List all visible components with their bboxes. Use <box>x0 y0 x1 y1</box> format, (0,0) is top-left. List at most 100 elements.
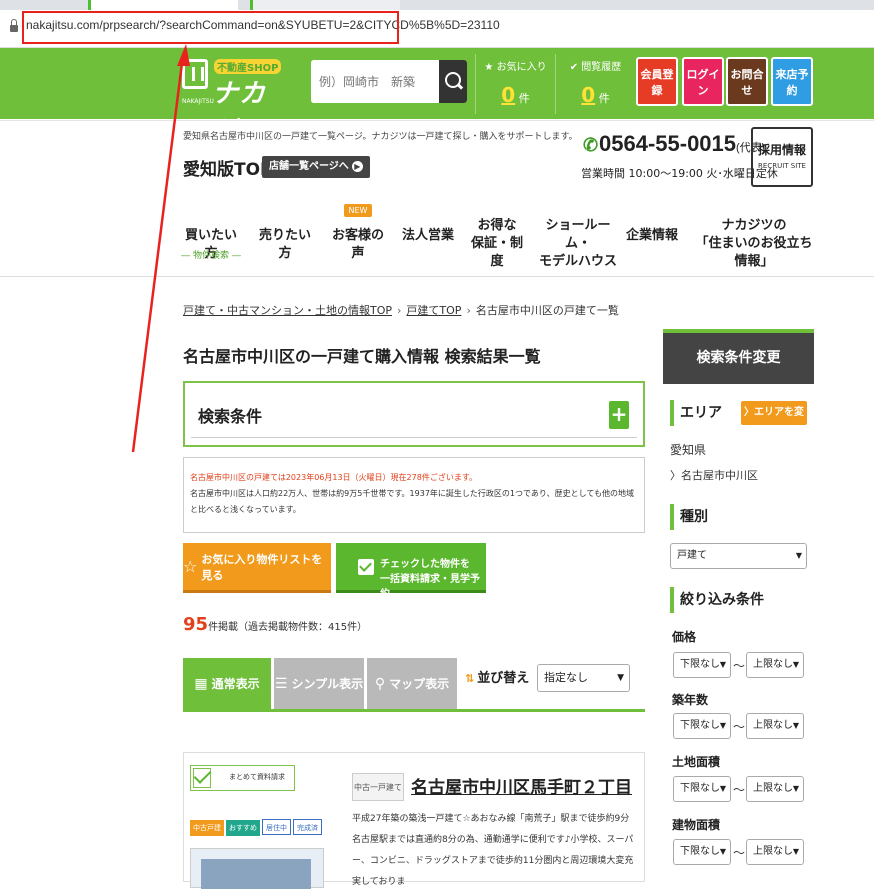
grid-icon: ▦ <box>194 675 208 692</box>
phone-digits: 0564-55-0015 <box>599 131 737 156</box>
address-bar[interactable]: nakajitsu.com/prpsearch/?searchCommand=o… <box>0 10 874 48</box>
browser-tab[interactable] <box>88 0 238 10</box>
business-hours: 営業時間 10:00～19:00 火･水曜日定休 <box>581 167 778 180</box>
visit-reservation-button[interactable]: 来店予約 <box>771 57 813 106</box>
chevron-down-icon: ▼ <box>719 660 726 669</box>
nav-buy[interactable]: 買いたい方 ― 物件検索 ― <box>180 197 242 277</box>
age-min-select[interactable]: 下限なし ▼ <box>673 713 731 739</box>
sort-select[interactable]: 指定なし ▼ <box>537 664 630 692</box>
badge-used-house: 中古戸建 <box>190 820 224 836</box>
listing-description: 平成27年築の築浅一戸建て☆あおなみ線「南荒子」駅まで徒歩約9分名古屋駅までは直… <box>352 814 634 887</box>
contact-button[interactable]: お問合せ <box>726 57 768 106</box>
checkbox-icon <box>358 559 374 575</box>
chevron-down-icon: ▼ <box>792 847 799 856</box>
chevron-right-icon: 〉 <box>670 469 681 482</box>
shops-list-button[interactable]: 店舗一覧ページへ ▶ <box>262 156 370 178</box>
sidebar-filters-title: 絞り込み条件 <box>670 587 764 613</box>
badge-occupied: 居住中 <box>262 819 291 835</box>
star-icon: ★ <box>484 62 497 73</box>
nav-guarantee[interactable]: お得な 保証・制度 ⌵ <box>466 197 528 277</box>
listing-title[interactable]: 名古屋市中川区馬手町２丁目 <box>411 773 632 798</box>
age-max-select[interactable]: 上限なし ▼ <box>746 713 804 739</box>
select-value: 下限なし <box>680 846 720 857</box>
change-area-label: エリアを変更 <box>754 407 804 442</box>
tab-normal-view[interactable]: ▦ 通常表示 <box>183 658 271 709</box>
building-max-select[interactable]: 上限なし ▼ <box>746 839 804 865</box>
nav-corporate-sales[interactable]: 法人営業 <box>402 197 454 277</box>
price-min-select[interactable]: 下限なし ▼ <box>673 652 731 678</box>
lock-icon <box>10 19 18 33</box>
phone-number[interactable]: ✆0564-55-0015(代表) <box>583 131 765 157</box>
list-icon: ☰ <box>274 675 288 692</box>
region-title[interactable]: 愛知版TOP <box>183 155 273 180</box>
search-icon[interactable] <box>439 60 467 103</box>
history-label: 閲覧履歴 <box>581 62 622 73</box>
favorites-counter[interactable]: ★ お気に入り 0 件 <box>475 54 555 114</box>
pin-icon: ⚲ <box>374 675 386 692</box>
listing-card: まとめて資料請求 中古戸建 おすすめ 居住中 完成済 中古一戸建て 名古屋市中川区馬手… <box>183 752 645 889</box>
change-area-button[interactable]: 〉エリアを変更 <box>741 401 807 442</box>
breadcrumb-link[interactable]: 戸建て・中古マンション・土地の情報TOP <box>183 304 392 317</box>
url-highlight-annotation <box>22 11 399 44</box>
select-value: 下限なし <box>680 720 720 731</box>
chevron-down-icon: ▼ <box>792 721 799 730</box>
select-value: 上限なし <box>753 783 793 794</box>
checkbox-icon <box>193 768 211 788</box>
building-min-select[interactable]: 下限なし ▼ <box>673 839 731 865</box>
search-conditions-panel[interactable]: 検索条件 + <box>183 381 645 447</box>
divider <box>0 120 874 121</box>
star-outline-icon: ☆ <box>183 557 198 576</box>
sort-icon: ⇅ <box>465 672 475 685</box>
nav-sell[interactable]: 売りたい方 ⌵ <box>254 197 316 277</box>
notice-line-1: 名古屋市中川区の戸建ては2023年06月13日（火曜日）現在278件ございます。 <box>190 473 478 482</box>
sidebar-area-title: エリア <box>670 400 722 426</box>
sidebar-header: 検索条件変更 <box>663 329 814 384</box>
nav-label: ナカジツの 「住まいのお役立ち情報」 <box>695 218 813 269</box>
chevron-down-icon: ⌵ <box>281 249 289 259</box>
breadcrumb: 戸建て・中古マンション・土地の情報TOP › 戸建てTOP › 名古屋市中川区の戸建て一… <box>183 302 619 318</box>
expand-plus-icon[interactable]: + <box>609 401 629 429</box>
tab-simple-view[interactable]: ☰ シンプル表示 <box>274 658 364 709</box>
land-min-select[interactable]: 下限なし ▼ <box>673 776 731 802</box>
result-count-number: 95 <box>183 614 209 635</box>
site-logo[interactable]: 不動産SHOP ナカジツ NAKAJITSU <box>182 53 292 146</box>
history-check-icon: ✔ <box>569 62 582 73</box>
result-count: 95件掲載（過去掲載物件数：415件） <box>183 614 367 635</box>
search-input[interactable] <box>311 60 439 103</box>
nav-company[interactable]: 企業情報 <box>626 197 678 277</box>
breadcrumb-link[interactable]: 戸建てTOP <box>406 304 461 317</box>
filter-land-label: 土地面積 <box>672 755 721 769</box>
register-button[interactable]: 会員登録 <box>636 57 678 106</box>
select-value: 上限なし <box>753 720 793 731</box>
nav-showroom[interactable]: ショールーム・ モデルハウス <box>538 197 618 277</box>
sidebar-city-label: 名古屋市中川区 <box>681 469 758 482</box>
type-select[interactable]: 戸建て ▼ <box>670 543 807 569</box>
favorites-count: 0 <box>501 83 516 107</box>
favorites-label: お気に入り <box>496 62 547 73</box>
price-max-select[interactable]: 上限なし ▼ <box>746 652 804 678</box>
favorites-list-button[interactable]: ☆ お気に入り物件リストを見る <box>183 543 331 593</box>
land-max-select[interactable]: 上限なし ▼ <box>746 776 804 802</box>
logo-sub: NAKAJITSU <box>182 98 214 105</box>
bulk-request-button[interactable]: チェックした物件を 一括資料請求・見学予約 <box>336 543 486 600</box>
history-counter[interactable]: ✔ 閲覧履歴 0 件 <box>555 54 635 114</box>
nav-sub: ― 物件検索 ― <box>181 251 241 261</box>
nav-useful-info[interactable]: ナカジツの 「住まいのお役立ち情報」 <box>690 197 818 277</box>
search-conditions-title: 検索条件 <box>198 407 263 426</box>
filter-building-label: 建物面積 <box>672 818 721 832</box>
header-search <box>311 60 467 103</box>
login-button[interactable]: ログイン <box>682 57 724 106</box>
browser-tab[interactable] <box>250 0 400 10</box>
bulk-request-checkbox[interactable]: まとめて資料請求 <box>190 765 295 791</box>
favorites-unit: 件 <box>518 92 530 105</box>
result-count-suffix: 件掲載（過去掲載物件数：415件） <box>208 622 368 633</box>
chevron-down-icon: ▼ <box>719 847 726 856</box>
history-count: 0 <box>581 83 596 107</box>
listing-thumbnail[interactable] <box>190 848 324 889</box>
nav-label: ショールーム・ モデルハウス <box>538 218 617 269</box>
sort-label-text: 並び替え <box>477 671 530 686</box>
nav-voices[interactable]: NEW お客様の声 ⌵ <box>326 197 390 277</box>
sidebar: 検索条件変更 エリア 〉エリアを変更 愛知県 〉名古屋市中川区 種別 戸建て ▼ … <box>663 329 814 889</box>
recruit-button[interactable]: 採用情報 RECRUIT SITE <box>751 127 813 187</box>
tab-map-view[interactable]: ⚲ マップ表示 <box>367 658 457 709</box>
